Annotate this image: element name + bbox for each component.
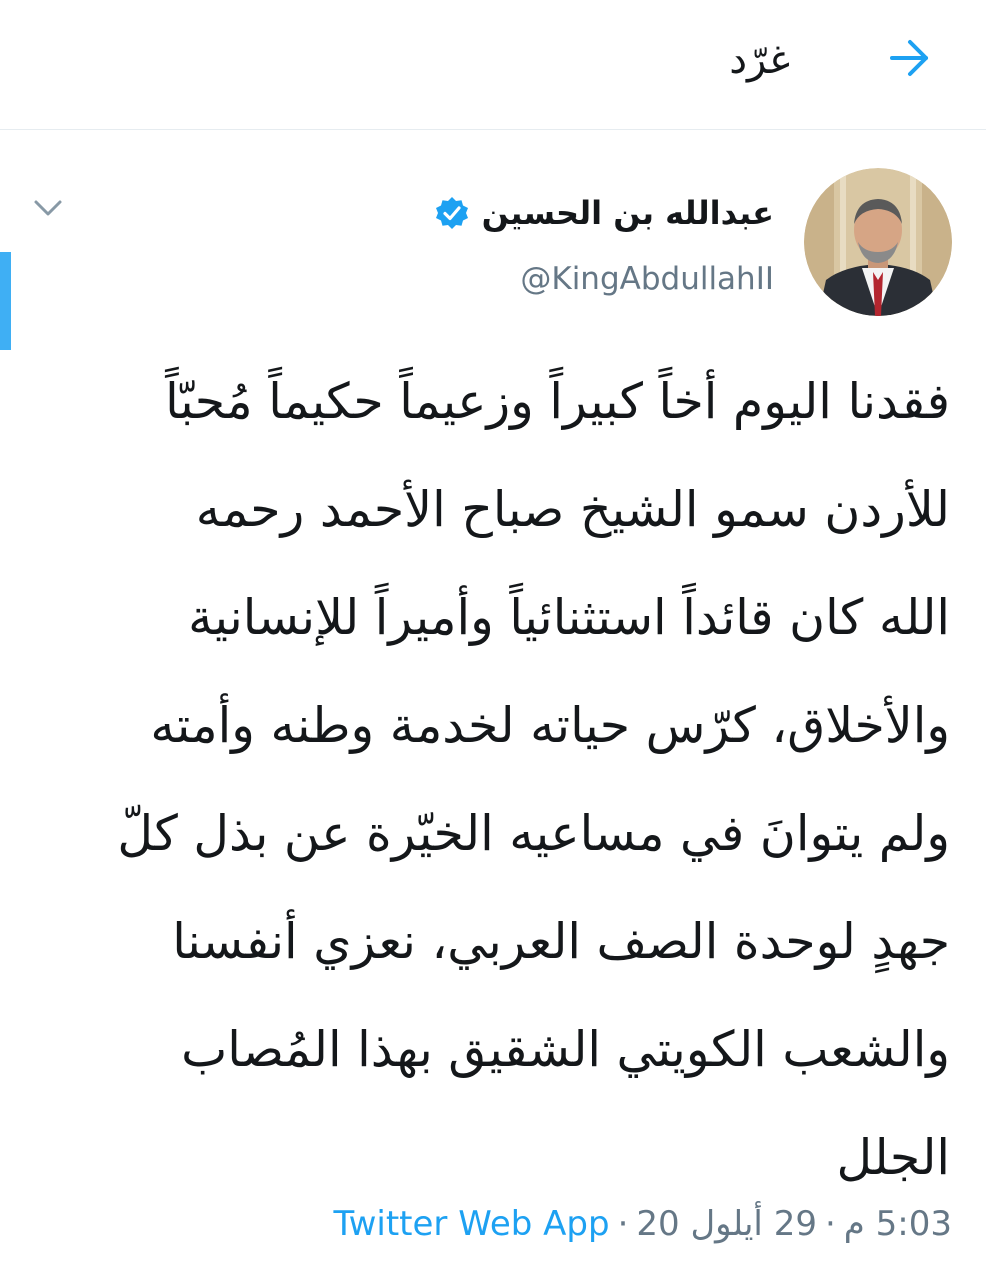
tweet-text-line: والأخلاق، كرّس حياته لخدمة وطنه وأمته xyxy=(150,697,950,754)
verified-badge-icon xyxy=(435,197,468,229)
tweet-text-line: الجلل xyxy=(836,1129,950,1186)
tweet-text-line: للأردن سمو الشيخ صباح الأحمد رحمه xyxy=(195,481,950,538)
meta-separator: · xyxy=(617,1204,629,1244)
tweet-options-button[interactable] xyxy=(30,196,66,220)
tweet-date[interactable]: 29 أيلول 20 xyxy=(636,1198,817,1250)
arrow-right-icon xyxy=(890,40,928,76)
author-handle[interactable]: @KingAbdullahII xyxy=(520,256,774,302)
tweet-text-line: ولم يتوانَ في مساعيه الخيّرة عن بذل كلّ xyxy=(117,805,950,862)
avatar[interactable] xyxy=(804,168,952,316)
tweet-text-line: فقدنا اليوم أخاً كبيراً وزعيماً حكيماً م… xyxy=(165,373,950,430)
top-bar: غرّد xyxy=(0,0,986,130)
page-title: غرّد xyxy=(729,37,790,83)
back-button[interactable] xyxy=(884,33,934,83)
scroll-indicator xyxy=(0,252,11,350)
tweet-text-line: والشعب الكويتي الشقيق بهذا المُصاب xyxy=(181,1021,950,1078)
tweet-text-line: الله كان قائداً استثنائياً وأميراً للإنس… xyxy=(188,589,950,646)
author-name[interactable]: عبدالله بن الحسين xyxy=(482,188,774,238)
tweet-source-link[interactable]: Twitter Web App xyxy=(333,1198,609,1250)
tweet-metadata: 5:03 م · 29 أيلول 20 · Twitter Web App xyxy=(333,1198,952,1250)
tweet-text: فقدنا اليوم أخاً كبيراً وزعيماً حكيماً م… xyxy=(70,348,950,1212)
meta-separator: · xyxy=(824,1204,836,1244)
chevron-down-icon xyxy=(34,200,62,216)
tweet-time[interactable]: 5:03 م xyxy=(844,1198,952,1250)
tweet-text-line: جهدٍ لوحدة الصف العربي، نعزي أنفسنا xyxy=(172,913,950,970)
author-name-row[interactable]: عبدالله بن الحسين xyxy=(434,188,774,238)
